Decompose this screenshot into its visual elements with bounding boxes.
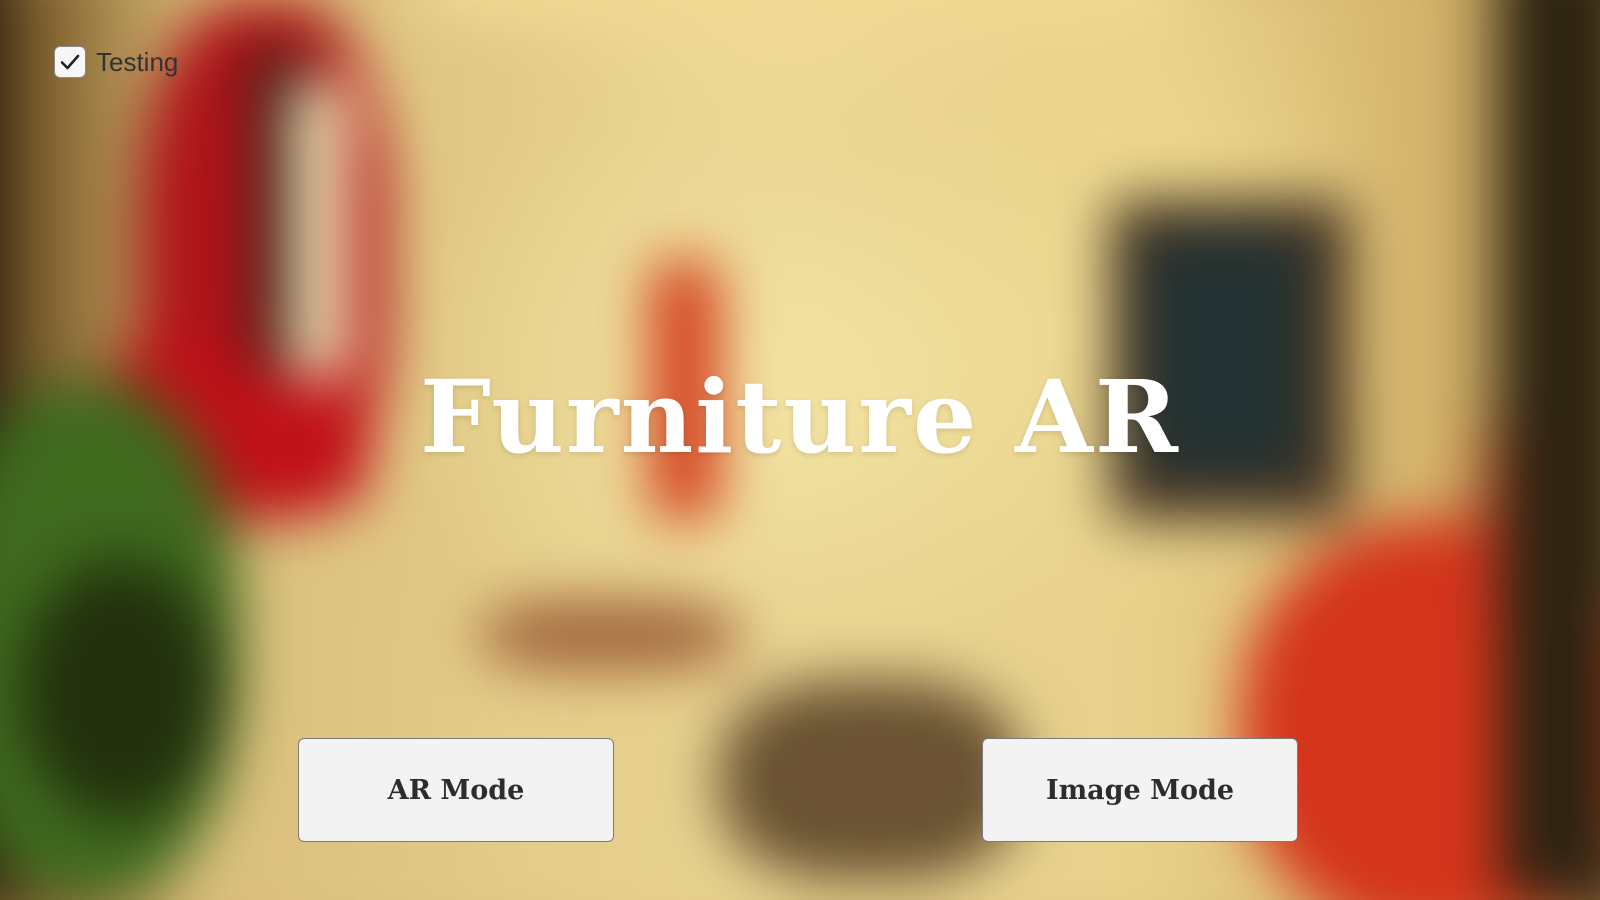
testing-toggle[interactable]: Testing (54, 46, 178, 78)
ar-mode-button[interactable]: AR Mode (298, 738, 614, 842)
background-shape (290, 80, 350, 380)
background-shape (480, 600, 740, 670)
image-mode-button[interactable]: Image Mode (982, 738, 1298, 842)
testing-checkbox[interactable] (54, 46, 86, 78)
background-shape (420, 0, 1180, 30)
app-screen: Testing Furniture AR AR Mode Image Mode (0, 0, 1600, 900)
app-title: Furniture AR (419, 358, 1181, 476)
background-shape (20, 560, 220, 820)
checkmark-icon (60, 54, 80, 70)
background-shape (720, 680, 1020, 880)
testing-label: Testing (96, 46, 179, 77)
